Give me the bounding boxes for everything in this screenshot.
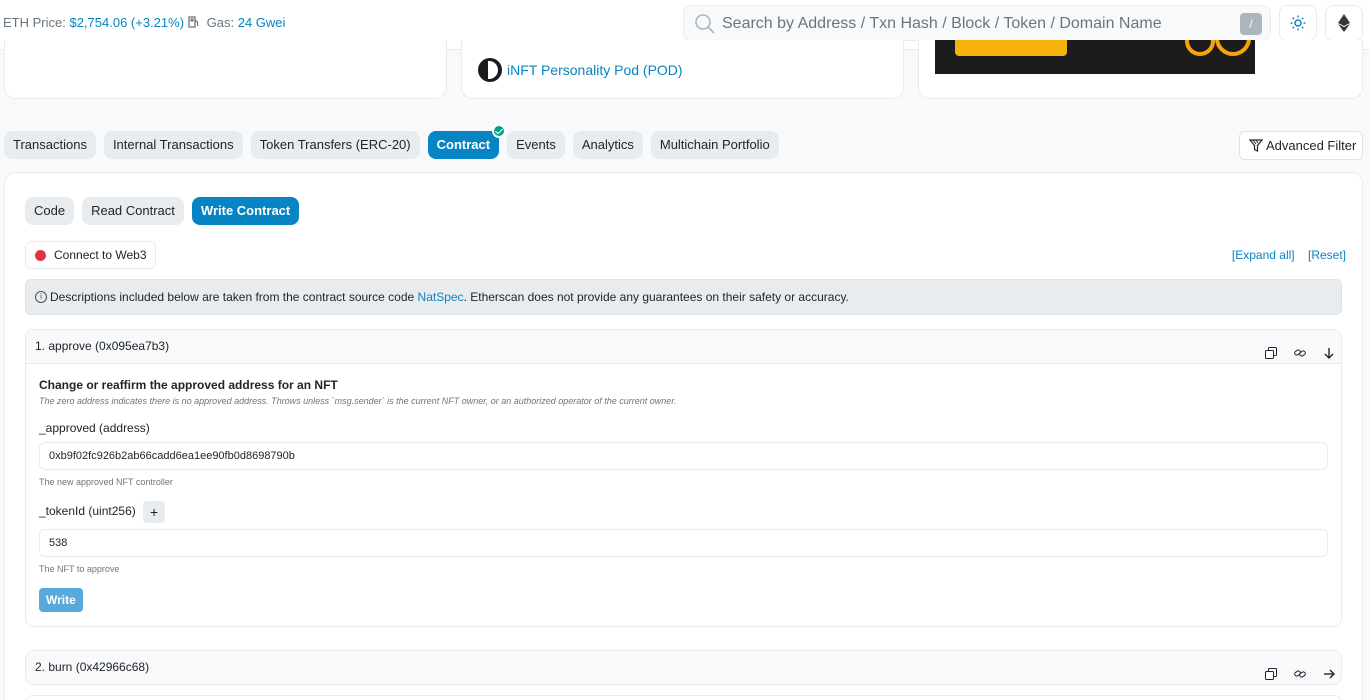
function-actions [1265, 339, 1335, 359]
copy-icon[interactable] [1265, 660, 1277, 680]
param-hint: The NFT to approve [39, 564, 120, 574]
disconnected-status-icon [35, 250, 46, 261]
eth-price-label: ETH Price: [3, 15, 66, 30]
tab-multichain-portfolio[interactable]: Multichain Portfolio [650, 131, 779, 159]
filter-icon [1249, 139, 1263, 152]
param-label: _approved (address) [39, 421, 150, 435]
token-tracker[interactable]: iNFT Personality Pod (POD) [478, 58, 683, 82]
info-icon: i [35, 291, 47, 303]
function-actions [1265, 660, 1335, 680]
contract-panel: Code Read Contract Write Contract Connec… [4, 172, 1363, 700]
arrow-right-icon[interactable] [1323, 660, 1335, 679]
arrow-down-icon[interactable] [1323, 339, 1335, 359]
param-hint: The new approved NFT controller [39, 477, 173, 487]
gas-value[interactable]: 24 Gwei [238, 15, 286, 30]
reset-link[interactable]: [Reset] [1308, 248, 1346, 262]
token-id-input[interactable]: 538 [39, 529, 1328, 557]
tab-analytics[interactable]: Analytics [572, 131, 643, 159]
tab-transactions[interactable]: Transactions [4, 131, 96, 159]
ethereum-icon [1338, 14, 1350, 32]
search-shortcut-key: / [1240, 13, 1262, 35]
tab-token-transfers[interactable]: Token Transfers (ERC-20) [250, 131, 420, 159]
advanced-filter-button[interactable]: Advanced Filter [1239, 131, 1363, 160]
function-name: 2. burn (0x42966c68) [35, 660, 150, 674]
token-link[interactable]: iNFT Personality Pod (POD) [507, 62, 683, 78]
tab-events[interactable]: Events [507, 131, 565, 159]
link-icon[interactable] [1294, 660, 1306, 678]
gas-label: Gas: [206, 15, 235, 30]
approved-address-input[interactable]: 0xb9f02fc926b2ab66cadd6ea1ee90fb0d869879… [39, 442, 1328, 470]
ad-banner[interactable] [935, 40, 1255, 74]
gas-pump-icon [188, 16, 199, 28]
tab-contract[interactable]: Contract [427, 124, 507, 159]
expand-all-link[interactable]: [Expand all] [1232, 248, 1295, 262]
write-button[interactable]: Write [39, 588, 83, 612]
address-tabs: Transactions Internal Transactions Token… [4, 124, 779, 159]
overview-card [4, 40, 447, 99]
sun-icon [1290, 15, 1306, 31]
natspec-link[interactable]: NatSpec [418, 290, 464, 304]
param-label: _tokenId (uint256) [39, 504, 136, 519]
function-name: 1. approve (0x095ea7b3) [35, 339, 170, 353]
subtab-read-contract[interactable]: Read Contract [82, 197, 184, 225]
copy-icon[interactable] [1265, 339, 1277, 359]
connect-web3-label: Connect to Web3 [54, 248, 147, 262]
param-label-row: _tokenId (uint256) + [39, 501, 1328, 523]
subtab-code[interactable]: Code [25, 197, 75, 225]
natspec-notice: i Descriptions included below are taken … [25, 279, 1342, 315]
search-bar: / [683, 5, 1271, 41]
ad-button-shape [955, 40, 1067, 56]
add-zeros-button[interactable]: + [143, 501, 166, 523]
contract-subtabs: Code Read Contract Write Contract [25, 197, 300, 225]
coin-graphic [1185, 40, 1215, 56]
connect-web3-button[interactable]: Connect to Web3 [25, 241, 156, 269]
more-info-card: iNFT Personality Pod (POD) [461, 40, 904, 99]
network-switch-button[interactable] [1325, 5, 1363, 41]
tab-contract-label: Contract [436, 137, 491, 152]
search-input[interactable] [722, 12, 1222, 36]
advanced-filter-label: Advanced Filter [1266, 138, 1357, 153]
gas-price: Gas: 24 Gwei [188, 15, 285, 30]
function-approve: 1. approve (0x095ea7b3) Change or reaffi… [25, 329, 1342, 627]
subtab-write-contract[interactable]: Write Contract [191, 197, 300, 225]
notice-suffix: . Etherscan does not provide any guarant… [463, 290, 849, 304]
verified-check-icon [492, 124, 507, 138]
search-icon [695, 14, 715, 34]
function-description: The zero address indicates there is no a… [39, 396, 677, 406]
function-header[interactable]: 2. burn (0x42966c68) [26, 651, 1341, 684]
eth-price-value[interactable]: $2,754.06 (+3.21%) [69, 15, 184, 30]
link-icon[interactable] [1294, 339, 1306, 357]
function-body: Change or reaffirm the approved address … [26, 363, 1341, 626]
function-title: Change or reaffirm the approved address … [39, 378, 338, 392]
coin-graphic [1215, 40, 1251, 56]
theme-toggle-button[interactable] [1279, 5, 1317, 41]
function-next [25, 695, 1342, 700]
expand-reset-links: [Expand all] [Reset] [1222, 248, 1346, 262]
notice-prefix: Descriptions included below are taken fr… [50, 290, 418, 304]
token-logo-icon [478, 58, 502, 82]
multichain-card [918, 40, 1363, 99]
eth-price: ETH Price: $2,754.06 (+3.21%) [3, 15, 184, 30]
function-burn: 2. burn (0x42966c68) [25, 650, 1342, 685]
tab-internal-transactions[interactable]: Internal Transactions [103, 131, 243, 159]
function-header[interactable]: 1. approve (0x095ea7b3) [26, 330, 1341, 363]
